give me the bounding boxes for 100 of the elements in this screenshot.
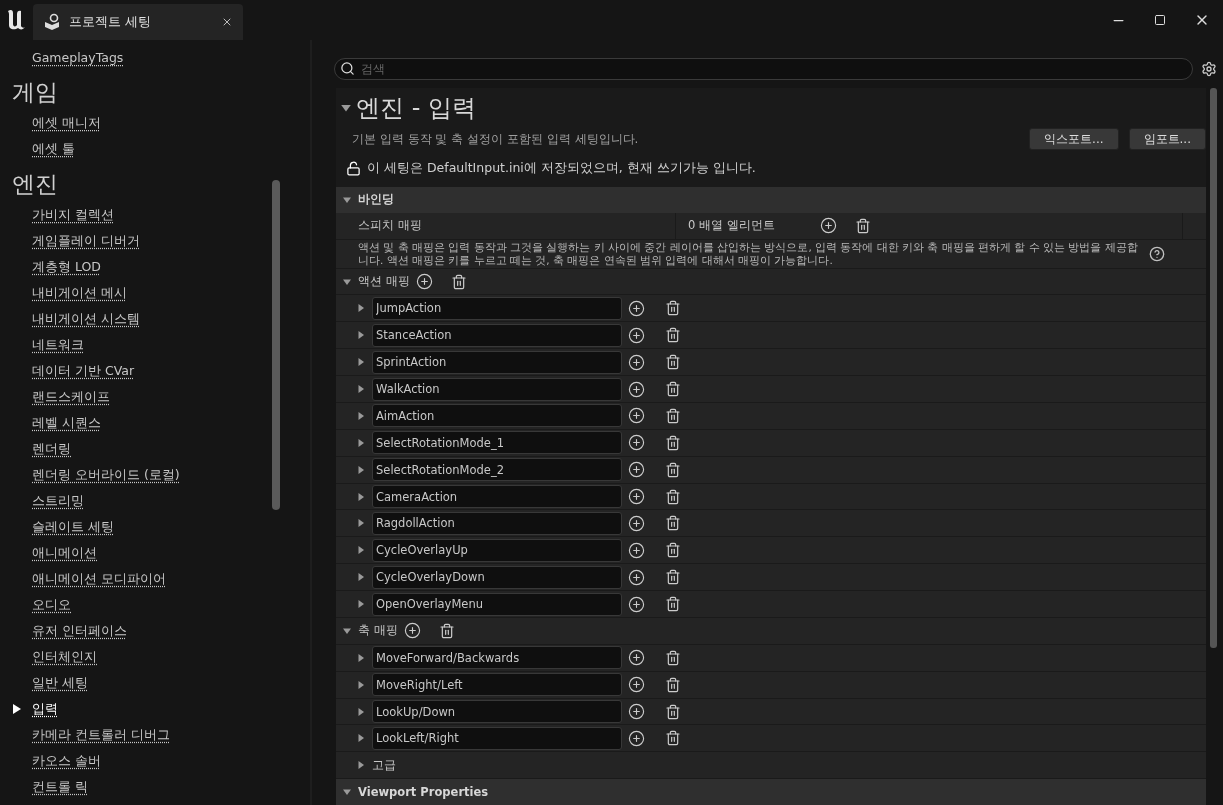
mapping-name-field[interactable]: SelectRotationMode_2: [372, 458, 622, 482]
settings-link[interactable]: 유저 인터페이스: [32, 622, 127, 640]
delete-button[interactable]: [665, 542, 681, 559]
expand-arrow-icon[interactable]: [356, 464, 366, 475]
expand-arrow-icon[interactable]: [356, 760, 366, 771]
expand-arrow-icon[interactable]: [356, 545, 366, 556]
mapping-name-field[interactable]: SelectRotationMode_1: [372, 431, 622, 455]
mapping-name-field[interactable]: CycleOverlayUp: [372, 538, 622, 562]
settings-link[interactable]: 스트리밍: [32, 492, 84, 510]
project-settings-tab[interactable]: 프로젝트 세팅: [33, 4, 243, 40]
mapping-name-field[interactable]: CameraAction: [372, 485, 622, 509]
add-button[interactable]: [628, 407, 645, 425]
settings-link[interactable]: 에셋 매니저: [32, 114, 101, 132]
scrollbar-thumb[interactable]: [272, 180, 280, 510]
delete-button[interactable]: [665, 407, 681, 424]
expand-arrow-icon[interactable]: [356, 679, 366, 690]
scrollbar-thumb[interactable]: [1210, 88, 1217, 648]
expand-arrow-icon[interactable]: [356, 384, 366, 395]
category-header[interactable]: 바인딩: [336, 187, 1206, 213]
add-button[interactable]: [415, 273, 433, 291]
mapping-name-field[interactable]: MoveRight/Left: [372, 673, 622, 697]
settings-link[interactable]: 네트워크: [32, 336, 84, 354]
delete-button[interactable]: [665, 596, 681, 613]
settings-link[interactable]: 컨트롤 릭: [32, 778, 88, 796]
settings-link[interactable]: 일반 세팅: [32, 674, 88, 692]
add-button[interactable]: [628, 488, 645, 506]
add-button[interactable]: [628, 703, 645, 721]
settings-link[interactable]: 가비지 컬렉션: [32, 206, 114, 224]
mapping-name-field[interactable]: OpenOverlayMenu: [372, 592, 622, 616]
delete-button[interactable]: [450, 273, 467, 290]
delete-button[interactable]: [438, 622, 455, 639]
settings-link[interactable]: 오디오: [32, 596, 71, 614]
delete-button[interactable]: [665, 649, 681, 666]
add-button[interactable]: [628, 434, 645, 452]
delete-button[interactable]: [665, 434, 681, 451]
settings-link[interactable]: 렌더링 오버라이드 (로컬): [32, 466, 180, 484]
import-button[interactable]: 임포트...: [1128, 128, 1206, 150]
add-button[interactable]: [403, 622, 421, 640]
delete-button[interactable]: [665, 488, 681, 505]
export-button[interactable]: 익스포트...: [1029, 128, 1119, 150]
mapping-name-field[interactable]: WalkAction: [372, 377, 622, 401]
settings-link[interactable]: 카오스 솔버: [32, 752, 101, 770]
settings-link[interactable]: 애니메이션: [32, 544, 97, 562]
settings-button[interactable]: [1201, 61, 1217, 77]
delete-button[interactable]: [665, 730, 681, 747]
settings-link[interactable]: 내비게이션 메시: [32, 284, 127, 302]
expand-arrow-icon[interactable]: [356, 357, 366, 368]
delete-button[interactable]: [665, 381, 681, 398]
mapping-name-field[interactable]: StanceAction: [372, 323, 622, 347]
expand-arrow-icon[interactable]: [356, 518, 366, 529]
expand-arrow-icon[interactable]: [356, 491, 366, 502]
delete-button[interactable]: [665, 676, 681, 693]
add-button[interactable]: [628, 568, 645, 586]
settings-link[interactable]: 내비게이션 시스템: [32, 310, 140, 328]
delete-button[interactable]: [665, 327, 681, 344]
add-button[interactable]: [820, 217, 837, 235]
add-button[interactable]: [628, 595, 645, 613]
add-button[interactable]: [628, 649, 645, 667]
mapping-name-field[interactable]: MoveForward/Backwards: [372, 646, 622, 670]
expand-arrow-icon[interactable]: [356, 330, 366, 341]
settings-link[interactable]: 레벨 시퀀스: [32, 414, 101, 432]
add-button[interactable]: [628, 461, 645, 479]
expand-arrow-icon[interactable]: [356, 733, 366, 744]
mapping-name-field[interactable]: RagdollAction: [372, 511, 622, 535]
expand-arrow-icon[interactable]: [356, 303, 366, 314]
delete-button[interactable]: [665, 515, 681, 532]
add-button[interactable]: [628, 541, 645, 559]
delete-button[interactable]: [665, 354, 681, 371]
maximize-icon[interactable]: [1154, 14, 1166, 26]
mapping-name-field[interactable]: JumpAction: [372, 296, 622, 320]
add-button[interactable]: [628, 729, 645, 747]
expand-arrow-icon[interactable]: [356, 652, 366, 663]
delete-button[interactable]: [665, 569, 681, 586]
delete-button[interactable]: [665, 461, 681, 478]
settings-link[interactable]: GameplayTags: [32, 49, 124, 65]
delete-button[interactable]: [665, 703, 681, 720]
settings-link[interactable]: 애니메이션 모디파이어: [32, 570, 166, 588]
expand-arrow-icon[interactable]: [356, 706, 366, 717]
expand-arrow-icon[interactable]: [356, 572, 366, 583]
delete-button[interactable]: [855, 217, 871, 234]
add-button[interactable]: [628, 326, 645, 344]
add-button[interactable]: [628, 676, 645, 694]
mapping-name-field[interactable]: SprintAction: [372, 350, 622, 374]
settings-link[interactable]: 슬레이트 세팅: [32, 518, 114, 536]
add-button[interactable]: [628, 299, 645, 317]
settings-link[interactable]: 렌더링: [32, 440, 71, 458]
settings-link[interactable]: 데이터 기반 CVar: [32, 362, 135, 380]
mapping-name-field[interactable]: AimAction: [372, 404, 622, 428]
mapping-name-field[interactable]: LookUp/Down: [372, 700, 622, 724]
delete-button[interactable]: [665, 300, 681, 317]
add-button[interactable]: [628, 380, 645, 398]
settings-link[interactable]: 랜드스케이프: [32, 388, 110, 406]
settings-link[interactable]: 인터체인지: [32, 648, 97, 666]
settings-link[interactable]: 에셋 툴: [32, 140, 75, 158]
expand-arrow-icon[interactable]: [356, 437, 366, 448]
settings-link[interactable]: 계층형 LOD: [32, 258, 101, 276]
category-header[interactable]: Viewport Properties: [336, 779, 1206, 805]
settings-link[interactable]: 게임플레이 디버거: [32, 232, 140, 250]
add-button[interactable]: [628, 353, 645, 371]
search-field[interactable]: 검색: [334, 58, 1193, 80]
